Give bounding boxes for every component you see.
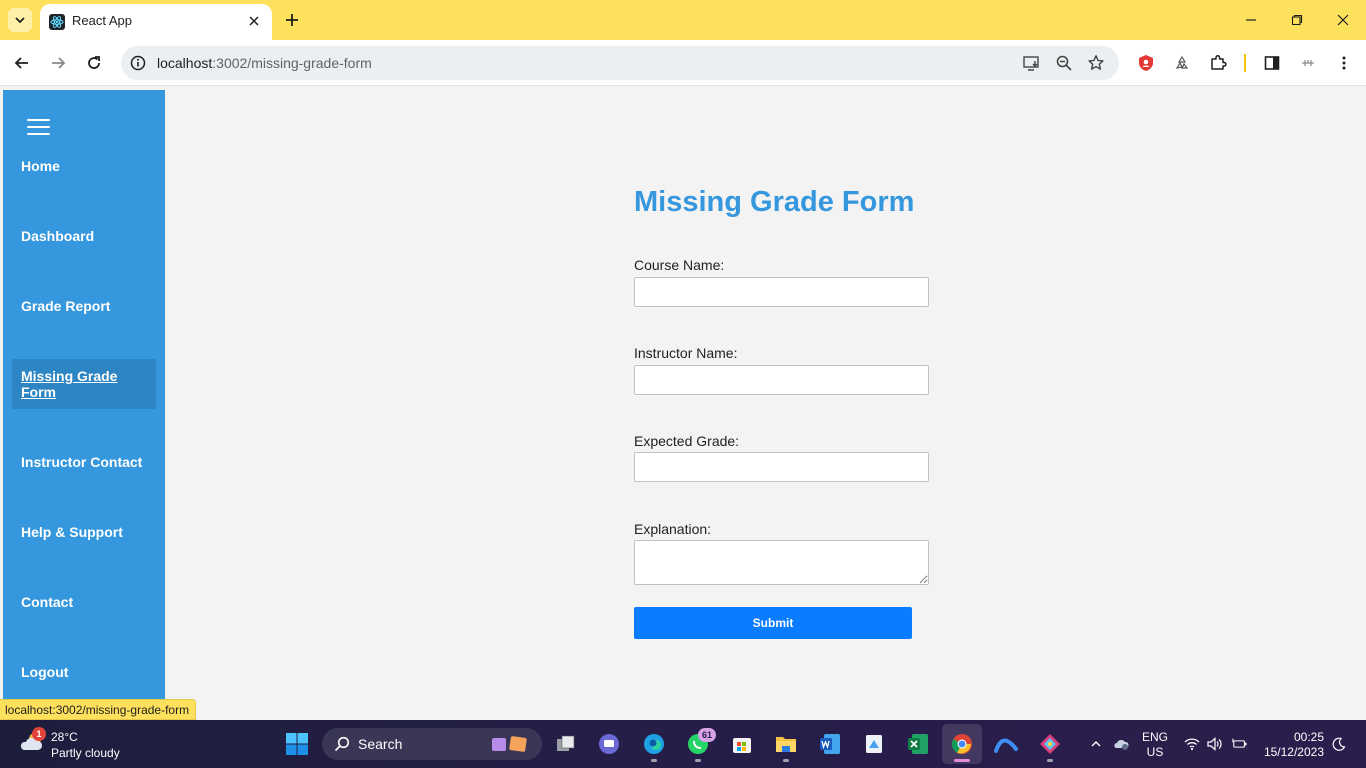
sidebar-item-contact[interactable]: Contact: [21, 594, 73, 610]
browser-tabstrip: React App: [0, 0, 1366, 40]
anydesk-icon[interactable]: [992, 730, 1020, 758]
gitkraken-icon[interactable]: [1036, 730, 1064, 758]
edge-browser-icon[interactable]: [640, 730, 668, 758]
close-window-icon[interactable]: [1331, 8, 1355, 32]
tray-overflow-chevron-icon[interactable]: [1088, 736, 1104, 752]
react-icon: [49, 14, 65, 30]
file-explorer-icon[interactable]: [772, 730, 800, 758]
volume-icon[interactable]: [1207, 736, 1223, 752]
wifi-icon[interactable]: [1184, 736, 1200, 752]
explorer-running-indicator: [783, 759, 789, 762]
url-path: :3002/missing-grade-form: [212, 55, 372, 71]
whatsapp-unread-badge: 61: [698, 728, 716, 742]
windows-start-icon[interactable]: [285, 732, 309, 756]
side-panel-icon[interactable]: [1260, 51, 1284, 75]
browser-tab[interactable]: React App: [40, 4, 272, 40]
course-name-label: Course Name:: [634, 257, 725, 273]
browser-toolbar: localhost:3002/missing-grade-form: [0, 40, 1366, 86]
sidebar-item-logout[interactable]: Logout: [21, 664, 68, 680]
profile-avatar-icon[interactable]: [1296, 51, 1320, 75]
edge-running-indicator: [651, 759, 657, 762]
expected-grade-label: Expected Grade:: [634, 433, 740, 449]
sidebar: Home Dashboard Grade Report Missing Grad…: [3, 90, 165, 720]
restore-icon[interactable]: [1285, 8, 1309, 32]
chrome-running-indicator: [954, 759, 970, 762]
language-code: ENG: [1142, 730, 1169, 744]
url-text: localhost:3002/missing-grade-form: [157, 55, 372, 71]
instructor-name-label: Instructor Name:: [634, 345, 738, 361]
gitkraken-running-indicator: [1047, 759, 1053, 762]
weather-alert-badge: 1: [32, 727, 46, 741]
tab-search-button[interactable]: [8, 8, 32, 32]
weather-temperature: 28°C: [51, 730, 78, 744]
instructor-name-input[interactable]: [634, 365, 929, 395]
paint-icon[interactable]: [860, 730, 888, 758]
extensions-puzzle-icon[interactable]: [1206, 51, 1230, 75]
submit-button[interactable]: Submit: [634, 607, 912, 639]
task-view-icon[interactable]: [552, 730, 580, 758]
zoom-icon[interactable]: [1055, 54, 1073, 72]
expected-grade-input[interactable]: [634, 452, 929, 482]
explanation-textarea[interactable]: [634, 540, 929, 585]
sidebar-item-help-support[interactable]: Help & Support: [21, 524, 123, 540]
sidebar-item-home[interactable]: Home: [21, 158, 60, 174]
weather-description: Partly cloudy: [51, 746, 120, 760]
microsoft-store-icon[interactable]: [728, 730, 756, 758]
address-bar[interactable]: localhost:3002/missing-grade-form: [121, 46, 1119, 80]
bookmark-star-icon[interactable]: [1087, 54, 1105, 72]
chevron-down-icon: [15, 17, 25, 24]
battery-icon[interactable]: [1232, 736, 1248, 752]
windows-taskbar: 1 28°C Partly cloudy Search 61 ENG US 00…: [0, 720, 1366, 768]
minimize-icon[interactable]: [1239, 8, 1263, 32]
new-tab-icon[interactable]: [282, 10, 302, 30]
chrome-icon[interactable]: [942, 724, 982, 764]
site-info-icon[interactable]: [130, 55, 146, 71]
taskbar-search-box[interactable]: Search: [322, 728, 542, 760]
teams-chat-icon[interactable]: [595, 730, 623, 758]
language-region: US: [1146, 745, 1164, 759]
sidebar-item-grade-report[interactable]: Grade Report: [21, 298, 110, 314]
link-status-bubble: localhost:3002/missing-grade-form: [0, 699, 197, 720]
search-label: Search: [358, 736, 403, 752]
onedrive-cloud-icon[interactable]: [1113, 736, 1129, 752]
sidebar-item-missing-grade-form[interactable]: Missing Grade Form: [12, 359, 156, 409]
close-tab-icon[interactable]: [246, 13, 262, 29]
input-language-indicator[interactable]: ENG US: [1142, 730, 1168, 760]
menu-kebab-icon[interactable]: [1332, 51, 1356, 75]
tab-title: React App: [72, 13, 132, 28]
course-name-input[interactable]: [634, 277, 929, 307]
clock-date: 15/12/2023: [1263, 745, 1324, 759]
sidebar-item-dashboard[interactable]: Dashboard: [21, 228, 94, 244]
reload-icon[interactable]: [82, 51, 106, 75]
excel-icon[interactable]: [904, 730, 932, 758]
url-host: localhost: [157, 55, 213, 71]
hamburger-menu-icon[interactable]: [27, 119, 50, 136]
page-title: Missing Grade Form: [634, 186, 915, 218]
do-not-disturb-moon-icon[interactable]: [1331, 736, 1347, 752]
clock-time: 00:25: [1293, 730, 1324, 744]
whatsapp-running-indicator: [695, 759, 701, 762]
word-icon[interactable]: [816, 730, 844, 758]
search-icon: [334, 736, 350, 752]
shield-extension-icon[interactable]: [1134, 51, 1158, 75]
sidebar-item-instructor-contact[interactable]: Instructor Contact: [21, 454, 142, 470]
install-app-icon[interactable]: [1023, 54, 1041, 72]
toolbar-divider: [1244, 54, 1246, 72]
system-clock[interactable]: 00:25 15/12/2023: [1262, 730, 1324, 760]
recycle-extension-icon[interactable]: [1170, 51, 1194, 75]
back-arrow-icon[interactable]: [10, 51, 34, 75]
explanation-label: Explanation:: [634, 521, 712, 537]
forward-arrow-icon[interactable]: [46, 51, 70, 75]
search-highlight-icon: [492, 736, 527, 752]
